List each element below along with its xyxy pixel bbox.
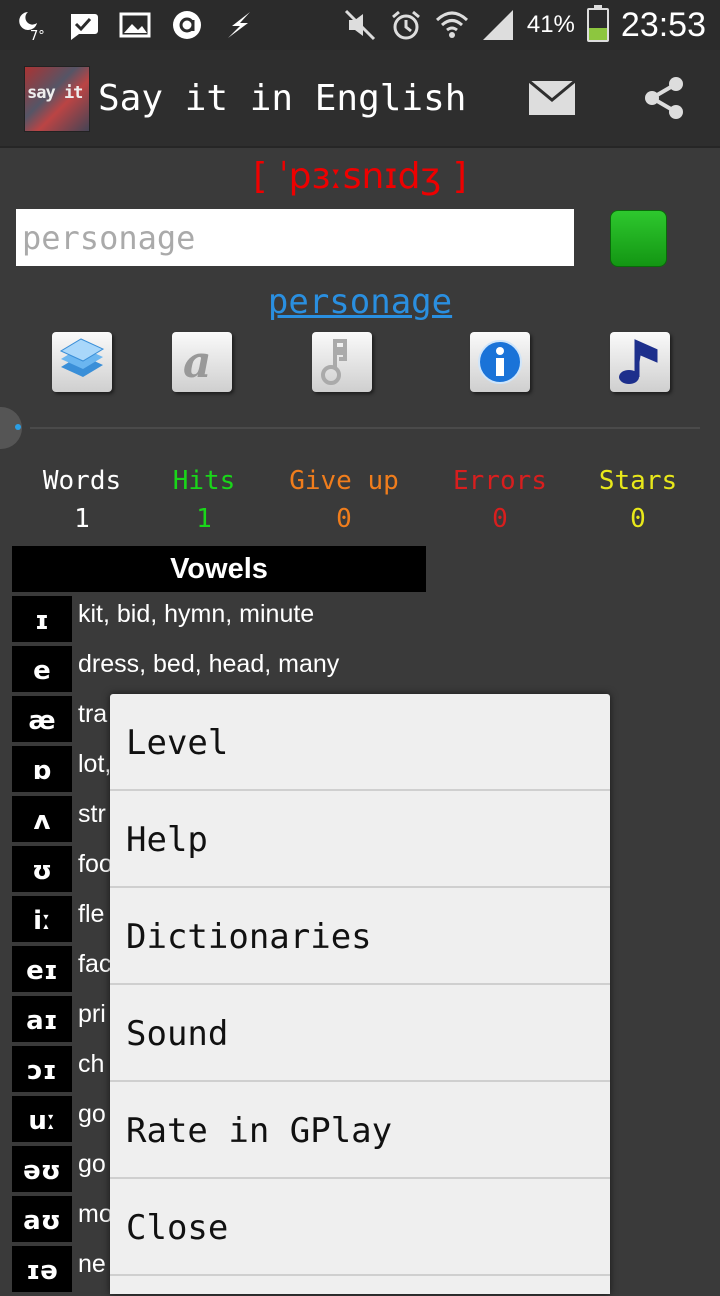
vowel-symbol[interactable]: ʌ [12, 796, 72, 842]
flash-icon [222, 8, 256, 42]
stat-label: Errors [453, 466, 547, 496]
stat-words: Words 1 [38, 466, 126, 534]
menu-item-help[interactable]: Help [110, 791, 610, 888]
stat-hits: Hits 1 [160, 466, 248, 534]
vowel-symbol[interactable]: e [12, 646, 72, 692]
menu-item-close[interactable]: Close [110, 1179, 610, 1276]
vowel-examples: mo [78, 1200, 113, 1228]
mail-button[interactable] [524, 70, 580, 126]
options-menu: Level Help Dictionaries Sound Rate in GP… [110, 694, 610, 1294]
pronunciation-button[interactable]: a [172, 332, 232, 392]
dictionary-button[interactable] [52, 332, 112, 392]
key-icon [321, 339, 347, 385]
stat-stars: Stars 0 [590, 466, 686, 534]
menu-item-sound[interactable]: Sound [110, 985, 610, 1082]
stat-value: 1 [196, 504, 212, 534]
signal-icon [481, 8, 515, 42]
stat-value: 0 [336, 504, 352, 534]
vowel-examples: ch [78, 1050, 105, 1078]
vowel-symbol[interactable]: æ [12, 696, 72, 742]
app-logo[interactable]: say it [24, 66, 90, 132]
clock: 23:53 [620, 5, 706, 44]
share-button[interactable] [636, 70, 692, 126]
ipa-transcription: [ ˈpɜːsnɪdʒ ] [253, 156, 467, 197]
stat-label: Words [42, 466, 122, 496]
vowel-symbol[interactable]: ɪ [12, 596, 72, 642]
vowel-symbol[interactable]: aʊ [12, 1196, 72, 1242]
sound-button[interactable] [610, 332, 670, 392]
vowel-examples: fle [78, 900, 105, 928]
stat-value: 0 [630, 504, 646, 534]
weather-icon: 7° [14, 8, 48, 42]
vowel-examples: go [78, 1100, 106, 1128]
vowel-symbol[interactable]: uː [12, 1096, 72, 1142]
gallery-icon [118, 8, 152, 42]
app-logo-text: say it [27, 83, 83, 103]
alarm-icon [389, 8, 423, 42]
wifi-icon [435, 8, 469, 42]
stat-label: Give up [289, 466, 399, 496]
vowel-symbol[interactable]: iː [12, 896, 72, 942]
vowels-header: Vowels [12, 546, 426, 592]
check-button[interactable] [610, 210, 667, 267]
vowel-symbol[interactable]: ɔɪ [12, 1046, 72, 1092]
vowel-row[interactable]: e dress, bed, head, many [12, 646, 712, 692]
info-icon [478, 340, 522, 384]
books-icon [59, 338, 105, 377]
vowel-examples: lot, [78, 750, 112, 778]
vowel-symbol[interactable]: əʊ [12, 1146, 72, 1192]
progress-dot [15, 424, 21, 430]
app-title: Say it in English [98, 78, 467, 119]
vowel-row[interactable]: ɪ kit, bid, hymn, minute [12, 596, 712, 642]
share-icon [645, 77, 683, 119]
menu-item-rate[interactable]: Rate in GPlay [110, 1082, 610, 1179]
word-input[interactable] [16, 209, 574, 266]
stat-value: 1 [74, 504, 90, 534]
vowel-examples: kit, bid, hymn, minute [78, 600, 315, 628]
action-bar: say it Say it in English [0, 50, 720, 148]
word-link[interactable]: personage [0, 282, 720, 322]
menu-item-dictionaries[interactable]: Dictionaries [110, 888, 610, 985]
vowel-symbol[interactable]: aɪ [12, 996, 72, 1042]
stat-give-up: Give up 0 [278, 466, 410, 534]
vowel-examples: pri [78, 1000, 106, 1028]
vowel-examples: fac [78, 950, 112, 978]
tool-row: a [0, 332, 720, 396]
stat-errors: Errors 0 [440, 466, 560, 534]
vowel-symbol[interactable]: ɒ [12, 746, 72, 792]
svg-text:a: a [183, 337, 212, 387]
bbm-icon [66, 8, 100, 42]
key-button[interactable] [312, 332, 372, 392]
info-button[interactable] [470, 332, 530, 392]
battery-icon [586, 5, 609, 42]
stat-value: 0 [492, 504, 508, 534]
vowel-examples: str [78, 800, 106, 828]
status-bar: 7° 41% 23:53 [0, 0, 720, 50]
temperature-text: 7° [30, 29, 45, 42]
vowel-examples: ne [78, 1250, 106, 1278]
mute-icon [343, 8, 377, 42]
vowel-symbol[interactable]: ʊ [12, 846, 72, 892]
stat-label: Stars [598, 466, 678, 496]
at-sign-icon: a [183, 337, 212, 387]
music-note-icon [619, 339, 658, 384]
vowel-symbol[interactable]: eɪ [12, 946, 72, 992]
circle-a-icon [170, 8, 204, 42]
progress-slider[interactable] [0, 407, 700, 449]
mail-icon [528, 80, 576, 115]
vowel-examples: tra [78, 700, 108, 728]
stat-label: Hits [172, 466, 236, 496]
menu-item-level[interactable]: Level [110, 694, 610, 791]
progress-track [30, 427, 700, 429]
battery-percent: 41% [526, 11, 575, 38]
vowel-examples: foo [78, 850, 113, 878]
vowel-examples: go [78, 1150, 106, 1178]
vowel-symbol[interactable]: ɪə [12, 1246, 72, 1292]
vowel-examples: dress, bed, head, many [78, 650, 340, 678]
